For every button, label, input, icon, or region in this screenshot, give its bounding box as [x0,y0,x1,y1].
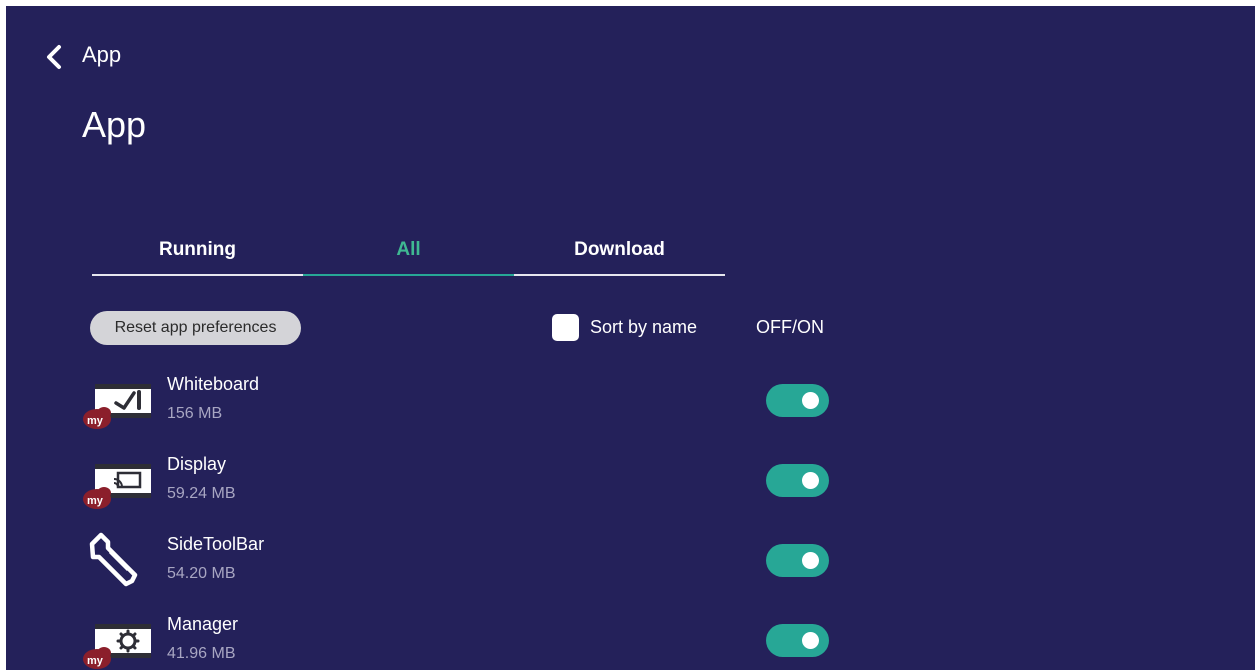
app-name: Whiteboard [167,374,260,394]
app-size: 59.24 MB [167,485,236,502]
toggle-knob [802,552,819,569]
display-cast-app-icon: my [82,451,154,511]
app-row-manager[interactable]: my Manager 41.96 MB [6,601,1255,670]
toggle-knob [802,632,819,649]
app-enable-toggle[interactable] [766,544,829,577]
tab-label: All [396,239,421,260]
app-enable-toggle[interactable] [766,624,829,657]
tab-download[interactable]: Download [514,230,725,276]
tab-running[interactable]: Running [92,230,303,276]
app-enable-toggle[interactable] [766,464,829,497]
tab-bar: Running All Download [92,230,725,278]
tab-label: Running [158,239,237,260]
manager-gear-app-icon: my [82,611,154,670]
reset-app-preferences-button[interactable]: Reset app preferences [90,311,301,345]
svg-text:my: my [87,495,104,507]
page-title: App [82,104,147,145]
app-row-display[interactable]: my Display 59.24 MB [6,441,1255,519]
tab-underline [92,274,303,276]
app-settings-screen: App App Running All Download Reset app p… [6,6,1255,670]
tab-all[interactable]: All [303,230,514,276]
app-row-sidetoolbar[interactable]: SideToolBar 54.20 MB [6,521,1255,599]
sort-by-name-checkbox[interactable] [552,314,579,341]
app-enable-toggle[interactable] [766,384,829,417]
wrench-icon [82,529,154,589]
my-badge: my [83,487,111,509]
tab-underline [514,274,725,276]
app-name: Manager [167,614,239,634]
app-row-whiteboard[interactable]: my Whiteboard 156 MB [6,361,1255,439]
app-name: Display [167,454,227,474]
sort-by-name-label: Sort by name [590,317,698,337]
my-badge: my [83,407,111,429]
toggle-knob [802,392,819,409]
whiteboard-app-icon: my [82,371,154,431]
svg-text:my: my [87,655,104,667]
header-title: App [82,42,122,67]
app-size: 156 MB [167,405,223,422]
back-button[interactable] [42,40,68,74]
app-size: 41.96 MB [167,645,236,662]
off-on-column-label: OFF/ON [756,317,824,337]
svg-text:my: my [87,415,104,427]
tab-label: Download [574,239,665,260]
app-name: SideToolBar [167,534,265,554]
toggle-knob [802,472,819,489]
chevron-left-icon [47,45,61,69]
my-badge: my [83,647,111,669]
app-size: 54.20 MB [167,565,236,582]
tab-underline-active [303,274,514,276]
